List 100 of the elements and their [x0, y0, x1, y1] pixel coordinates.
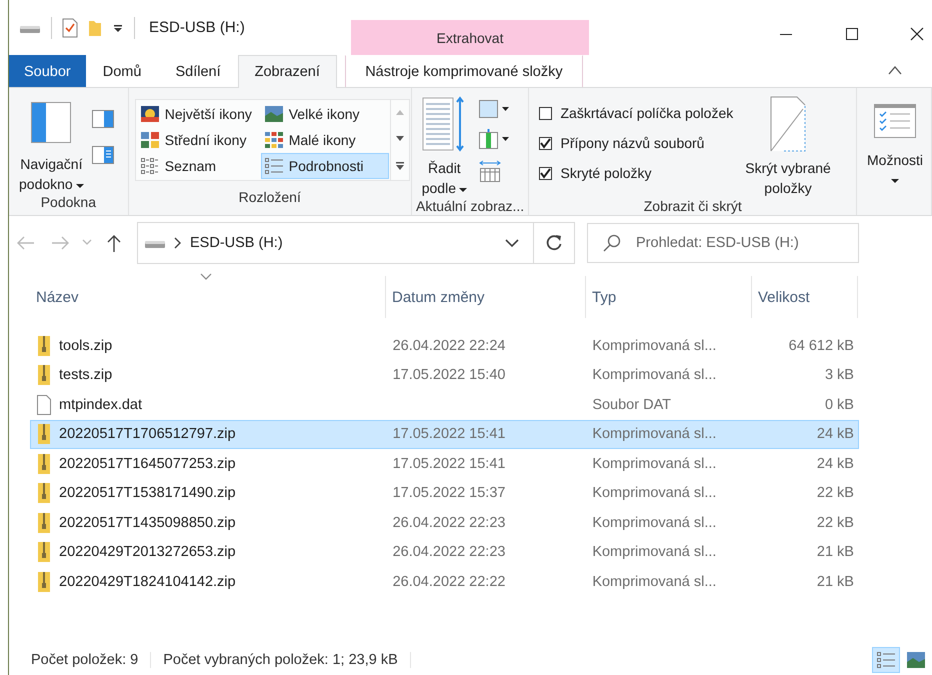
file-size: 21 kB	[816, 544, 854, 560]
landscape-icon	[264, 106, 283, 122]
file-row[interactable]: 20220429T2013272653.zip 26.04.2022 22:23 Komprimovaná sl... 21 kB	[30, 538, 859, 567]
file-type: Komprimovaná sl...	[592, 367, 716, 384]
file-size: 3 kB	[824, 367, 854, 384]
group-label: Rozložení	[238, 189, 302, 207]
file-row[interactable]: 20220517T1435098850.zip 26.04.2022 22:23 Komprimovaná sl... 22 kB	[30, 508, 859, 538]
zip-file-icon	[37, 572, 51, 592]
dropdown-icon[interactable]	[505, 238, 519, 248]
status-text: Počet položek: 9	[31, 652, 152, 668]
pane-layout-icon	[31, 102, 72, 146]
sort-caret-icon	[200, 273, 212, 281]
file-name: mtpindex.dat	[59, 396, 142, 413]
hide-selected-button[interactable]: Skrýt vybrané položky	[741, 96, 835, 198]
date-modified: 26.04.2022 22:23	[392, 514, 506, 531]
file-tab[interactable]: Soubor	[9, 55, 86, 87]
file-row[interactable]: 20220517T1645077253.zip 17.05.2022 15:41 Komprimovaná sl... 24 kB	[30, 449, 859, 478]
ribbon-tab[interactable]: Nástroje komprimované složky	[344, 55, 583, 87]
column-header[interactable]: Datum změny	[386, 276, 586, 318]
checkbox-label: Zaškrtávací políčka položek	[560, 105, 734, 121]
preview-pane-icon[interactable]	[92, 110, 114, 128]
layout-option[interactable]: Střední ikony	[136, 127, 261, 153]
file-size: 22 kB	[816, 485, 854, 502]
medium-icons-icon	[140, 132, 159, 148]
checkbox[interactable]	[539, 166, 552, 180]
chevron-right-icon	[174, 237, 182, 249]
small-icons-icon	[264, 132, 283, 148]
file-row[interactable]: 20220517T1538171490.zip 17.05.2022 15:37 Komprimovaná sl... 22 kB	[30, 478, 859, 508]
scroll-down-icon[interactable]	[396, 136, 404, 141]
group-by-icon[interactable]	[479, 100, 509, 118]
column-header[interactable]: Typ	[586, 276, 752, 318]
file-row[interactable]: tools.zip 26.04.2022 22:24 Komprimovaná sl... 64 612 kB	[30, 331, 859, 360]
file-name: 20220517T1645077253.zip	[59, 456, 236, 472]
group-label: Aktuální zobraz...	[415, 198, 526, 215]
zip-file-icon	[37, 336, 51, 356]
date-modified: 26.04.2022 22:23	[392, 544, 506, 560]
layout-option[interactable]: Podrobnosti	[260, 153, 389, 179]
file-name: 20220429T2013272653.zip	[59, 544, 236, 560]
add-columns-icon[interactable]	[479, 129, 509, 149]
search-field[interactable]: Prohledat: ESD-USB (H:)	[587, 223, 859, 263]
checkbox-label: Skryté položky	[560, 165, 652, 181]
file-size: 24 kB	[816, 456, 854, 472]
file-row[interactable]: tests.zip 17.05.2022 15:40 Komprimovaná sl... 3 kB	[30, 360, 859, 390]
file-row[interactable]: 20220429T1824104142.zip 26.04.2022 22:22 Komprimovaná sl... 21 kB	[30, 567, 859, 596]
options-button[interactable]: Možnosti	[863, 96, 928, 215]
file-name: 20220429T1824104142.zip	[59, 574, 236, 590]
date-modified: 17.05.2022 15:37	[392, 485, 506, 502]
date-modified: 17.05.2022 15:41	[392, 456, 506, 472]
details-pane-icon[interactable]	[92, 146, 114, 164]
breadcrumb[interactable]: ESD-USB (H:)	[190, 235, 283, 251]
status-text: Počet vybraných položek: 1; 23,9 kB	[163, 652, 411, 668]
caret-icon	[76, 183, 84, 189]
layout-option[interactable]: Seznam	[136, 153, 261, 179]
properties-icon[interactable]	[62, 18, 78, 38]
layout-option[interactable]: Malé ikony	[260, 127, 389, 153]
file-type: Komprimovaná sl...	[592, 338, 716, 354]
details-view-icon	[264, 158, 283, 174]
extra-large-icons-icon	[140, 106, 159, 122]
file-name: 20220517T1538171490.zip	[59, 485, 236, 502]
file-row[interactable]: 20220517T1706512797.zip 17.05.2022 15:41 Komprimovaná sl... 24 kB	[30, 420, 859, 449]
context-tab-group: Extrahovat	[351, 20, 589, 55]
ribbon-tab[interactable]: Zobrazení	[238, 55, 337, 88]
file-type: Soubor DAT	[592, 396, 672, 413]
file-size: 22 kB	[816, 514, 854, 531]
zip-file-icon	[37, 512, 51, 533]
up-icon[interactable]	[105, 234, 123, 252]
caret-icon	[459, 187, 467, 193]
zip-file-icon	[37, 483, 51, 504]
checkbox[interactable]	[539, 106, 552, 120]
checkbox[interactable]	[539, 136, 552, 150]
file-row[interactable]: mtpindex.dat Soubor DAT 0 kB	[30, 390, 859, 420]
collapse-ribbon-icon[interactable]	[888, 65, 902, 75]
date-modified: 26.04.2022 22:24	[392, 338, 506, 354]
file-size: 64 612 kB	[788, 338, 854, 354]
sort-by-button[interactable]: Řadit podle	[418, 96, 471, 198]
options-icon	[874, 104, 916, 138]
maximize-icon[interactable]	[845, 27, 859, 41]
date-modified: 26.04.2022 22:22	[392, 574, 506, 590]
list-view-icon	[140, 158, 159, 174]
view-toggle[interactable]	[872, 647, 900, 673]
close-icon[interactable]	[910, 27, 924, 41]
zip-file-icon	[37, 454, 51, 474]
date-modified: 17.05.2022 15:40	[392, 367, 506, 384]
landscape-icon	[907, 652, 925, 668]
zip-file-icon	[37, 365, 51, 386]
file-name: tools.zip	[59, 338, 112, 354]
fit-columns-icon[interactable]	[479, 160, 501, 182]
zip-file-icon	[37, 424, 51, 444]
expand-gallery-icon[interactable]	[396, 162, 404, 170]
address-bar[interactable]: ESD-USB (H:)	[137, 222, 575, 264]
layout-option[interactable]: Velké ikony	[260, 101, 389, 127]
file-name: 20220517T1435098850.zip	[59, 514, 236, 531]
layout-option[interactable]: Největší ikony	[136, 101, 261, 127]
file-type: Komprimovaná sl...	[592, 426, 716, 442]
column-header[interactable]: Název	[30, 276, 386, 318]
group-label: Podokna	[40, 194, 97, 212]
navigation-pane-button[interactable]: Navigační podokno	[15, 96, 88, 194]
column-header[interactable]: Velikost	[752, 276, 858, 318]
file-type: Komprimovaná sl...	[592, 514, 716, 531]
refresh-icon[interactable]	[545, 234, 563, 252]
